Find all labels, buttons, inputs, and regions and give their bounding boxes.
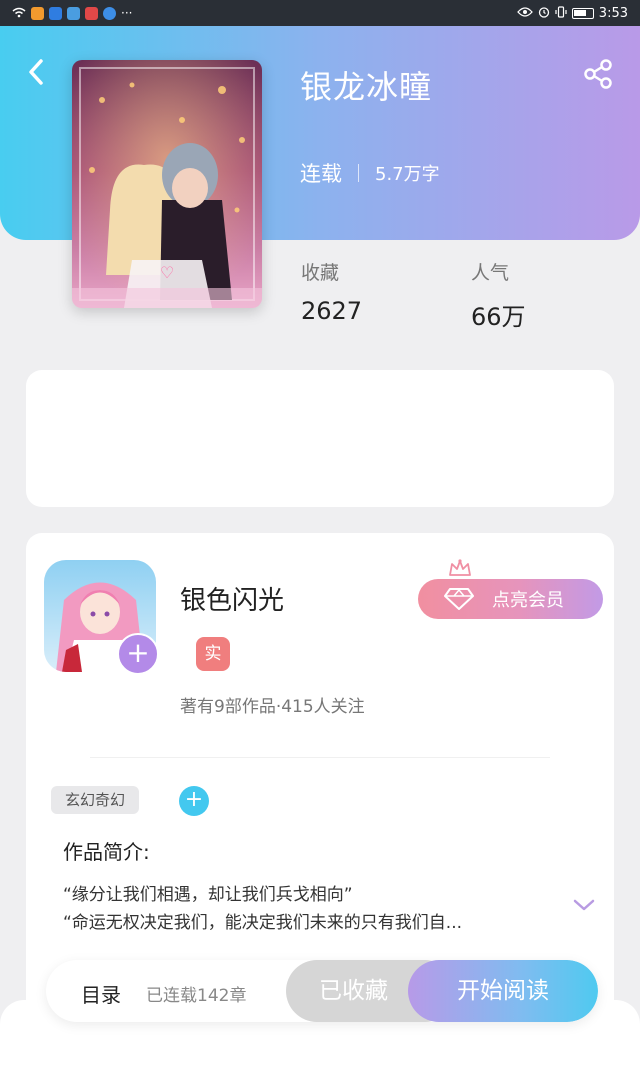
genre-tag[interactable]: 玄幻奇幻: [51, 786, 140, 814]
start-reading-button[interactable]: 开始阅读: [408, 960, 598, 1022]
author-works-info: 著有9部作品·415人关注: [180, 697, 365, 717]
popularity-label: 人气: [471, 262, 510, 284]
word-count: 5.7万字: [375, 164, 440, 185]
bottom-action-bar: 目录 已连载142章 已收藏 开始阅读: [46, 960, 598, 1022]
svg-text:♡: ♡: [160, 263, 174, 282]
popularity-stat: 人气 66万: [471, 258, 526, 332]
status-bar: ··· 3:53: [0, 0, 640, 26]
share-icon: [584, 59, 612, 89]
favorites-label: 收藏: [301, 262, 340, 284]
back-button[interactable]: [20, 54, 52, 90]
app-notification-icon: [85, 6, 98, 20]
vibrate-icon: [555, 6, 567, 20]
book-meta: 连载 5.7万字: [300, 158, 440, 188]
chevron-down-icon: [573, 899, 595, 911]
alarm-icon: [538, 6, 550, 20]
verified-badge: 实: [196, 637, 230, 671]
vip-button-label: 点亮会员: [492, 590, 564, 611]
section-divider: [90, 757, 550, 758]
share-button[interactable]: [578, 56, 618, 92]
status-bar-right: 3:53: [516, 5, 628, 21]
synopsis-line: “命运无权决定我们，能决定我们未来的只有我们自...: [63, 913, 463, 933]
synopsis-line: “缘分让我们相遇，却让我们兵戈相向”: [63, 885, 353, 905]
back-arrow-icon: [29, 59, 43, 85]
synopsis-title: 作品简介:: [63, 840, 150, 864]
author-name: 银色闪光: [180, 586, 285, 616]
app-notification-icon: [103, 6, 116, 20]
status-bar-left: ···: [12, 6, 133, 20]
favorites-value: 2627: [301, 297, 363, 325]
eye-icon: [516, 7, 533, 19]
popularity-value: 66万: [471, 303, 526, 331]
table-of-contents-button[interactable]: 目录: [81, 979, 121, 1008]
activate-vip-button[interactable]: 点亮会员: [418, 579, 603, 619]
meta-divider: [358, 164, 359, 182]
book-title: 银龙冰瞳: [300, 68, 433, 106]
serial-status: 连载: [300, 162, 342, 186]
add-tag-button[interactable]: +: [179, 786, 209, 816]
app-notification-icon: [67, 6, 80, 20]
more-notifications: ···: [121, 6, 133, 20]
empty-card: [26, 370, 614, 507]
status-time: 3:53: [598, 5, 628, 21]
follow-author-button[interactable]: +: [117, 633, 159, 675]
book-cover[interactable]: ♡: [72, 60, 262, 308]
wifi-icon: [12, 7, 26, 20]
chapter-count: 已连载142章: [146, 986, 247, 1006]
app-notification-icon: [49, 6, 62, 20]
favorites-stat: 收藏 2627: [301, 258, 362, 325]
expand-synopsis-button[interactable]: [571, 893, 597, 917]
book-cover-image: ♡: [72, 60, 262, 308]
app-notification-icon: [31, 6, 44, 20]
battery-icon: [571, 7, 594, 19]
diamond-icon: [444, 588, 474, 610]
